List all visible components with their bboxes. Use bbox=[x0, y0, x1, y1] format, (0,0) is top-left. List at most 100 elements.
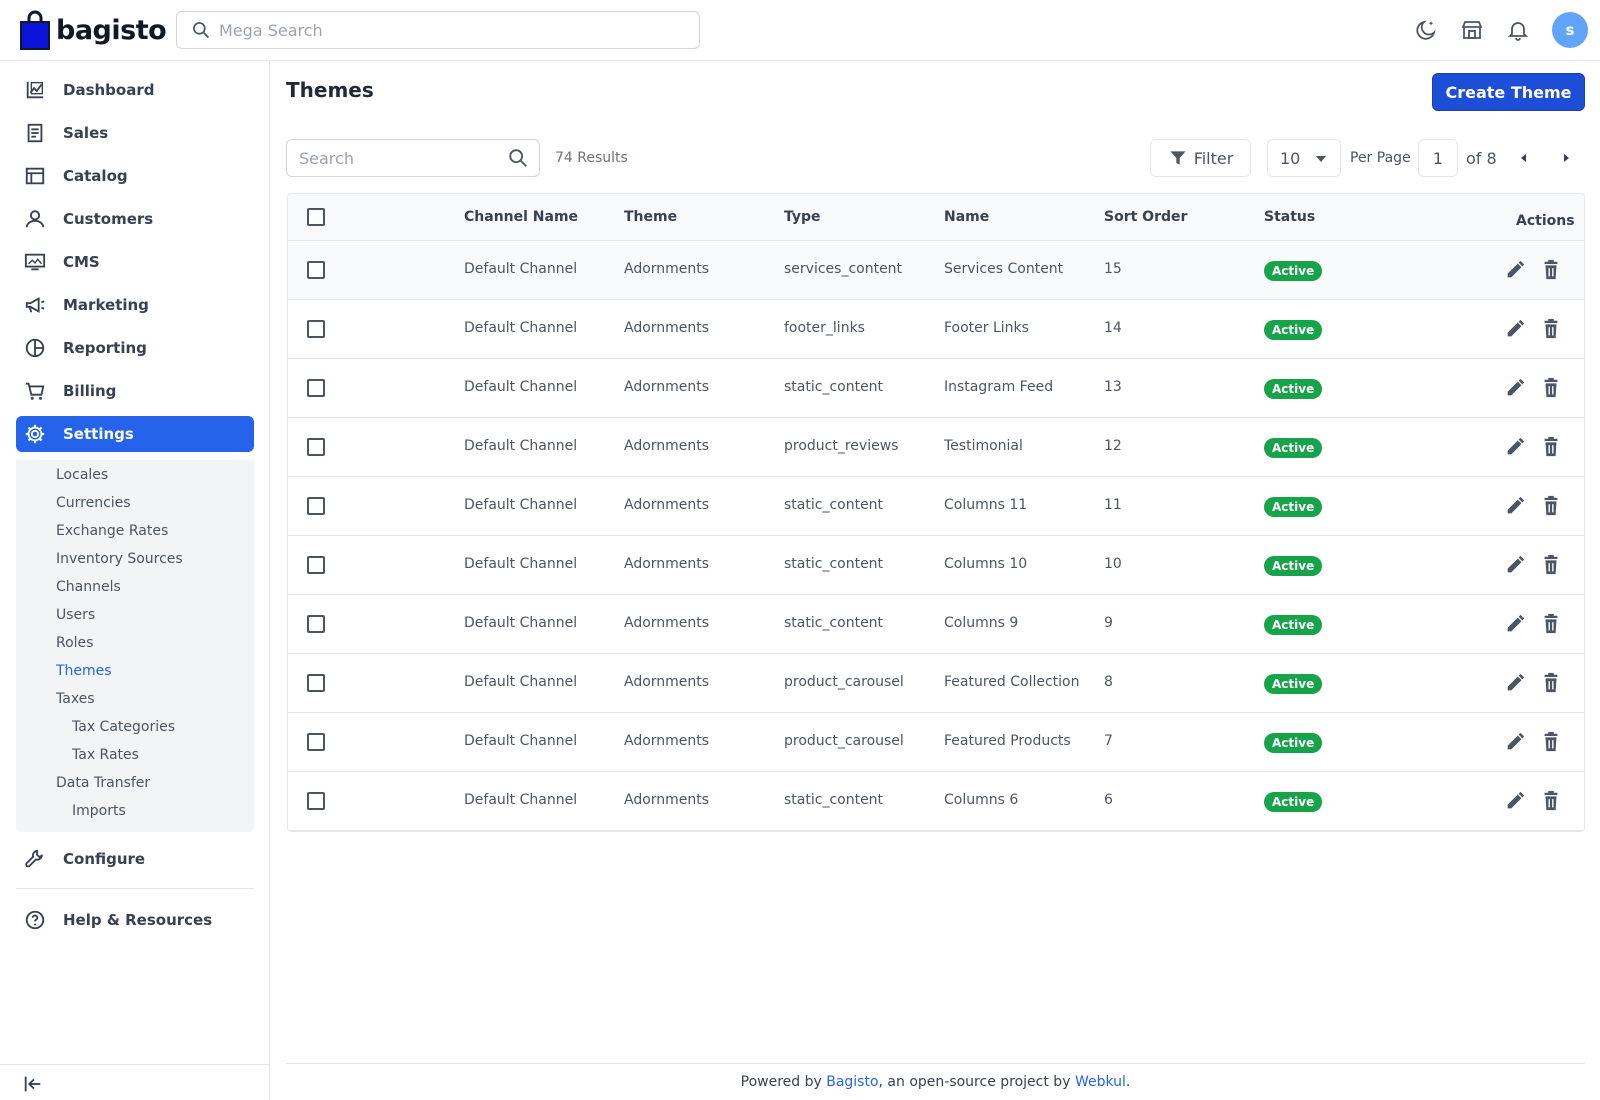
sidebar-item-customers[interactable]: Customers bbox=[16, 201, 254, 237]
delete-icon[interactable] bbox=[1540, 318, 1562, 340]
column-header-channel-name[interactable]: Channel Name bbox=[464, 209, 578, 225]
table-row[interactable]: Default Channel Adornments product_reviews… bbox=[288, 418, 1584, 477]
user-avatar[interactable]: s bbox=[1552, 12, 1588, 48]
sidebar-item-billing[interactable]: Billing bbox=[16, 373, 254, 409]
datagrid-search-input[interactable] bbox=[287, 148, 497, 168]
delete-icon[interactable] bbox=[1540, 554, 1562, 576]
edit-icon[interactable] bbox=[1504, 318, 1526, 340]
table-row[interactable]: Default Channel Adornments static_content I… bbox=[288, 359, 1584, 418]
table-row[interactable]: Default Channel Adornments static_content C… bbox=[288, 595, 1584, 654]
delete-icon[interactable] bbox=[1540, 259, 1562, 281]
storefront-icon[interactable] bbox=[1460, 18, 1484, 42]
cell-type: product_carousel bbox=[784, 674, 904, 690]
table-row[interactable]: Default Channel Adornments static_content C… bbox=[288, 772, 1584, 831]
edit-icon[interactable] bbox=[1504, 436, 1526, 458]
edit-icon[interactable] bbox=[1504, 377, 1526, 399]
sidebar-item-dashboard[interactable]: Dashboard bbox=[16, 72, 254, 108]
notification-bell-icon[interactable] bbox=[1506, 18, 1530, 42]
delete-icon[interactable] bbox=[1540, 672, 1562, 694]
gear-icon bbox=[23, 422, 47, 446]
edit-icon[interactable] bbox=[1504, 259, 1526, 281]
filter-button[interactable]: Filter bbox=[1150, 139, 1251, 177]
row-checkbox[interactable] bbox=[307, 261, 325, 279]
select-all-checkbox[interactable] bbox=[307, 208, 325, 226]
column-header-status[interactable]: Status bbox=[1264, 209, 1315, 225]
submenu-item-tax-rates[interactable]: Tax Rates bbox=[72, 747, 139, 763]
submenu-item-tax-categories[interactable]: Tax Categories bbox=[72, 719, 175, 735]
delete-icon[interactable] bbox=[1540, 613, 1562, 635]
row-checkbox[interactable] bbox=[307, 438, 325, 456]
status-badge: Active bbox=[1264, 733, 1323, 753]
cell-type: static_content bbox=[784, 379, 884, 395]
sidebar-item-catalog[interactable]: Catalog bbox=[16, 158, 254, 194]
dark-mode-icon[interactable] bbox=[1414, 18, 1438, 42]
submenu-item-imports[interactable]: Imports bbox=[72, 803, 126, 819]
submenu-item-taxes[interactable]: Taxes bbox=[56, 691, 95, 707]
row-checkbox[interactable] bbox=[307, 556, 325, 574]
delete-icon[interactable] bbox=[1540, 731, 1562, 753]
cell-theme: Adornments bbox=[624, 438, 710, 454]
edit-icon[interactable] bbox=[1504, 731, 1526, 753]
submenu-item-exchange-rates[interactable]: Exchange Rates bbox=[56, 523, 168, 539]
search-icon[interactable] bbox=[507, 147, 529, 169]
row-checkbox[interactable] bbox=[307, 733, 325, 751]
cell-channel: Default Channel bbox=[464, 379, 578, 395]
submenu-item-channels[interactable]: Channels bbox=[56, 579, 121, 595]
column-header-name[interactable]: Name bbox=[944, 209, 989, 225]
sidebar-item-settings[interactable]: Settings bbox=[16, 416, 254, 452]
delete-icon[interactable] bbox=[1540, 495, 1562, 517]
submenu-item-currencies[interactable]: Currencies bbox=[56, 495, 131, 511]
column-header-sort-order[interactable]: Sort Order bbox=[1104, 209, 1187, 225]
submenu-item-themes[interactable]: Themes bbox=[56, 663, 112, 679]
page-number-input[interactable] bbox=[1418, 139, 1458, 177]
submenu-item-data-transfer[interactable]: Data Transfer bbox=[56, 775, 150, 791]
webkul-link[interactable]: Webkul bbox=[1075, 1074, 1126, 1090]
prev-page-icon[interactable] bbox=[1514, 148, 1534, 168]
edit-icon[interactable] bbox=[1504, 554, 1526, 576]
mega-search-input[interactable] bbox=[219, 20, 679, 40]
table-row[interactable]: Default Channel Adornments static_content C… bbox=[288, 536, 1584, 595]
collapse-sidebar-icon[interactable] bbox=[22, 1073, 44, 1095]
mega-search-box[interactable] bbox=[176, 11, 700, 49]
sidebar-item-configure[interactable]: Configure bbox=[16, 841, 254, 877]
cell-channel: Default Channel bbox=[464, 320, 578, 336]
row-checkbox[interactable] bbox=[307, 674, 325, 692]
datagrid-search-box[interactable] bbox=[286, 139, 540, 177]
next-page-icon[interactable] bbox=[1556, 148, 1576, 168]
delete-icon[interactable] bbox=[1540, 436, 1562, 458]
cell-sort: 14 bbox=[1104, 320, 1122, 336]
status-badge: Active bbox=[1264, 497, 1323, 517]
sidebar-item-help[interactable]: Help & Resources bbox=[16, 902, 254, 938]
edit-icon[interactable] bbox=[1504, 672, 1526, 694]
create-theme-button[interactable]: Create Theme bbox=[1432, 73, 1585, 111]
table-row[interactable]: Default Channel Adornments footer_links Foo… bbox=[288, 300, 1584, 359]
table-row[interactable]: Default Channel Adornments services_conten… bbox=[288, 241, 1584, 300]
submenu-item-roles[interactable]: Roles bbox=[56, 635, 93, 651]
table-row[interactable]: Default Channel Adornments static_content C… bbox=[288, 477, 1584, 536]
column-header-theme[interactable]: Theme bbox=[624, 209, 677, 225]
submenu-item-locales[interactable]: Locales bbox=[56, 467, 108, 483]
delete-icon[interactable] bbox=[1540, 377, 1562, 399]
sidebar-item-sales[interactable]: Sales bbox=[16, 115, 254, 151]
row-checkbox[interactable] bbox=[307, 497, 325, 515]
submenu-item-users[interactable]: Users bbox=[56, 607, 95, 623]
row-checkbox[interactable] bbox=[307, 379, 325, 397]
submenu-item-inventory-sources[interactable]: Inventory Sources bbox=[56, 551, 183, 567]
column-header-type[interactable]: Type bbox=[784, 209, 821, 225]
sidebar-item-marketing[interactable]: Marketing bbox=[16, 287, 254, 323]
per-page-select[interactable]: 10 bbox=[1267, 139, 1341, 177]
table-row[interactable]: Default Channel Adornments product_carouse… bbox=[288, 713, 1584, 772]
cell-name: Instagram Feed bbox=[944, 379, 1054, 395]
edit-icon[interactable] bbox=[1504, 790, 1526, 812]
table-row[interactable]: Default Channel Adornments product_carouse… bbox=[288, 654, 1584, 713]
bagisto-logo[interactable]: bagisto bbox=[20, 10, 167, 50]
row-checkbox[interactable] bbox=[307, 792, 325, 810]
row-checkbox[interactable] bbox=[307, 615, 325, 633]
sidebar-item-reporting[interactable]: Reporting bbox=[16, 330, 254, 366]
sidebar-item-cms[interactable]: CMS bbox=[16, 244, 254, 280]
delete-icon[interactable] bbox=[1540, 790, 1562, 812]
edit-icon[interactable] bbox=[1504, 495, 1526, 517]
bagisto-link[interactable]: Bagisto bbox=[826, 1074, 878, 1090]
edit-icon[interactable] bbox=[1504, 613, 1526, 635]
row-checkbox[interactable] bbox=[307, 320, 325, 338]
